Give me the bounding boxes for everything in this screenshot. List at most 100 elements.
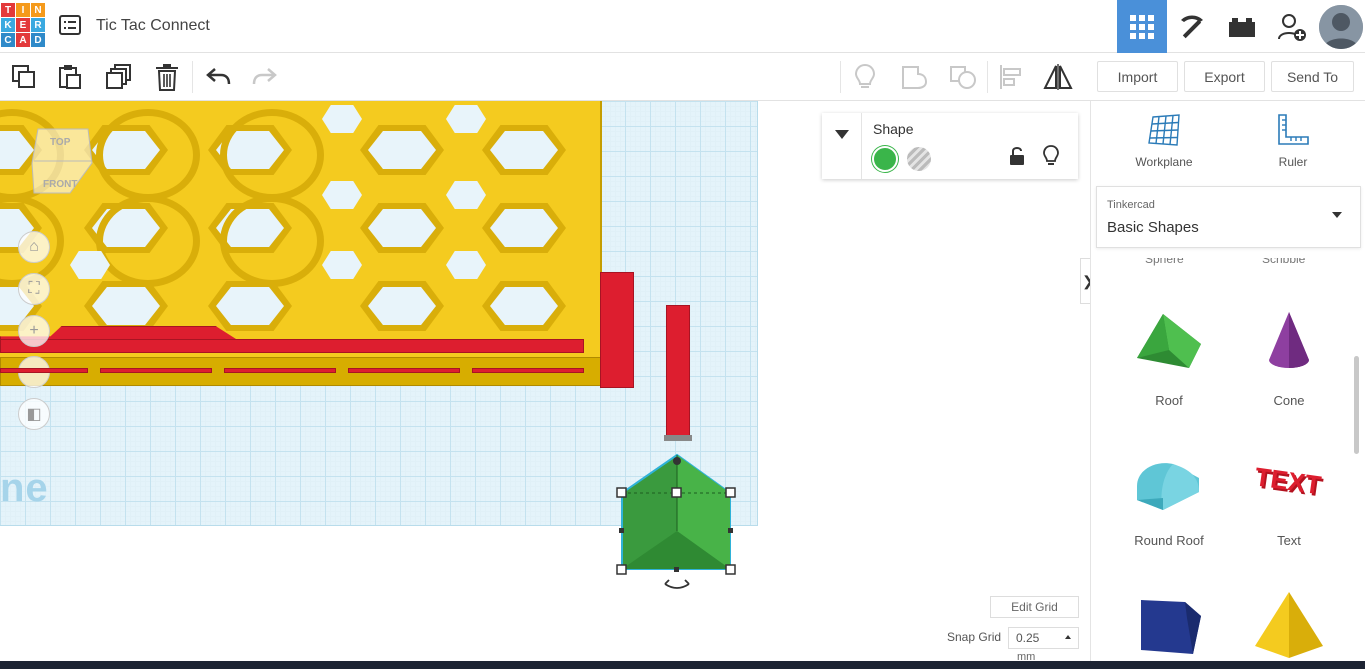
ungroup-button[interactable]: [948, 62, 978, 92]
redo-button[interactable]: [250, 62, 280, 92]
shape-text[interactable]: TEXT TEXT Text: [1229, 448, 1349, 548]
fit-view-button[interactable]: ⛶: [18, 273, 50, 305]
workplane-canvas[interactable]: ne TOP FRONT ⌂ ⛶ + − ◧ Shape: [0, 101, 1090, 661]
red-rail-part[interactable]: [0, 339, 584, 353]
undo-icon: [206, 68, 231, 85]
small-hex-hole: [322, 181, 362, 209]
undo-button[interactable]: [203, 62, 233, 92]
bar-shadow: [664, 435, 692, 441]
3d-design-view-button[interactable]: [1117, 0, 1167, 53]
rail-slot: [0, 368, 88, 373]
library-name: Basic Shapes: [1107, 219, 1199, 236]
cone-shape-icon: [1269, 312, 1309, 368]
shape-pyramid[interactable]: [1229, 588, 1349, 661]
show-all-button[interactable]: [850, 62, 880, 92]
align-icon: [1000, 65, 1021, 89]
shape-polygon[interactable]: [1109, 588, 1229, 661]
export-button[interactable]: Export: [1184, 61, 1265, 92]
edit-grid-button[interactable]: Edit Grid: [990, 596, 1079, 618]
lock-button[interactable]: [1009, 146, 1025, 171]
shape-round-roof[interactable]: Round Roof: [1109, 448, 1229, 548]
red-bar-part[interactable]: [666, 305, 690, 439]
group-icon: [902, 66, 928, 89]
shape-list: Sphere Scribble Roof Cone Round Roof TEX…: [1091, 258, 1356, 661]
snap-grid-value: 0.25: [1016, 631, 1040, 645]
pickaxe-icon: [1181, 15, 1203, 38]
workplane-tool[interactable]: Workplane: [1114, 113, 1214, 169]
logo-letter: I: [16, 3, 30, 17]
perspective-button[interactable]: ◧: [18, 398, 50, 430]
group-button[interactable]: [899, 62, 929, 92]
view-cube[interactable]: TOP FRONT: [30, 123, 96, 199]
snap-grid-select[interactable]: 0.25: [1008, 627, 1079, 649]
shape-label-cut: Sphere: [1145, 258, 1184, 266]
view-cube-front[interactable]: FRONT: [43, 179, 77, 190]
workplane-icon: [1148, 114, 1180, 146]
duplicate-button[interactable]: [104, 62, 134, 92]
rail-slot: [100, 368, 212, 373]
duplicate-icon: [106, 64, 131, 89]
ruler-icon: [1278, 114, 1309, 145]
roof-shape-icon: [1137, 314, 1201, 368]
copy-button[interactable]: [9, 62, 39, 92]
os-taskbar: [0, 661, 1365, 669]
mirror-button[interactable]: [1043, 62, 1073, 92]
caret-down-icon: [1332, 212, 1342, 218]
light-bulb-icon: [854, 63, 876, 88]
invite-button[interactable]: [1267, 0, 1317, 53]
light-bulb-icon: [1043, 145, 1059, 165]
caret-down-icon: [834, 130, 849, 139]
small-hex-hole: [446, 105, 486, 133]
delete-button[interactable]: [152, 62, 182, 92]
shape-roof[interactable]: Roof: [1109, 308, 1229, 408]
view-cube-top[interactable]: TOP: [50, 137, 70, 148]
small-hex-hole: [446, 251, 486, 279]
rail-slot: [224, 368, 336, 373]
perspective-icon: ◧: [26, 406, 42, 423]
user-avatar[interactable]: [1317, 0, 1365, 53]
paste-icon: [59, 65, 81, 89]
home-view-button[interactable]: ⌂: [18, 231, 50, 263]
blocks-button[interactable]: [1167, 0, 1217, 53]
shape-label: Cone: [1273, 393, 1305, 408]
selected-roof-shape[interactable]: [612, 449, 746, 591]
avatar-icon: [1319, 4, 1363, 49]
workplane-label: Workplane: [1135, 155, 1193, 169]
send-to-button[interactable]: Send To: [1271, 61, 1354, 92]
copy-icon: [12, 65, 35, 88]
design-list-icon[interactable]: [59, 15, 81, 35]
hide-button[interactable]: [1043, 145, 1059, 172]
text-shape-icon: TEXTTEXT: [1253, 461, 1325, 502]
shape-library-dropdown[interactable]: Tinkercad Basic Shapes: [1096, 186, 1361, 248]
shape-label: Round Roof: [1134, 533, 1204, 548]
lock-icon: [1010, 147, 1024, 165]
tinkercad-logo[interactable]: TIN KER CAD: [1, 3, 45, 47]
import-button[interactable]: Import: [1097, 61, 1178, 92]
shape-cone[interactable]: Cone: [1229, 308, 1349, 408]
round-roof-shape-icon: [1137, 463, 1199, 510]
hole-swatch[interactable]: [907, 147, 931, 171]
zoom-in-button[interactable]: +: [18, 315, 50, 347]
design-title[interactable]: Tic Tac Connect: [96, 17, 210, 35]
bricks-icon: [1229, 17, 1255, 37]
zoom-in-icon: +: [29, 322, 39, 339]
logo-letter: E: [16, 18, 30, 32]
bricks-button[interactable]: [1217, 0, 1267, 53]
snap-grid-unit: mm: [1017, 651, 1036, 661]
shape-list-scrollbar[interactable]: [1354, 356, 1359, 454]
cup-ring: [220, 109, 324, 201]
align-button[interactable]: [996, 62, 1026, 92]
solid-color-swatch[interactable]: [872, 146, 898, 172]
ungroup-icon: [950, 66, 976, 89]
logo-letter: T: [1, 3, 15, 17]
cup-ring: [220, 195, 324, 287]
paste-button[interactable]: [55, 62, 85, 92]
shape-label: Text: [1277, 533, 1301, 548]
shape-label-cut: Scribble: [1262, 258, 1306, 266]
pyramid-shape-icon: [1255, 592, 1323, 658]
library-category: Tinkercad: [1107, 199, 1155, 211]
ruler-tool[interactable]: Ruler: [1243, 113, 1343, 169]
inspector-collapse-button[interactable]: [822, 113, 862, 179]
grid-view-icon: [1130, 14, 1154, 39]
red-corner-part[interactable]: [600, 272, 634, 388]
